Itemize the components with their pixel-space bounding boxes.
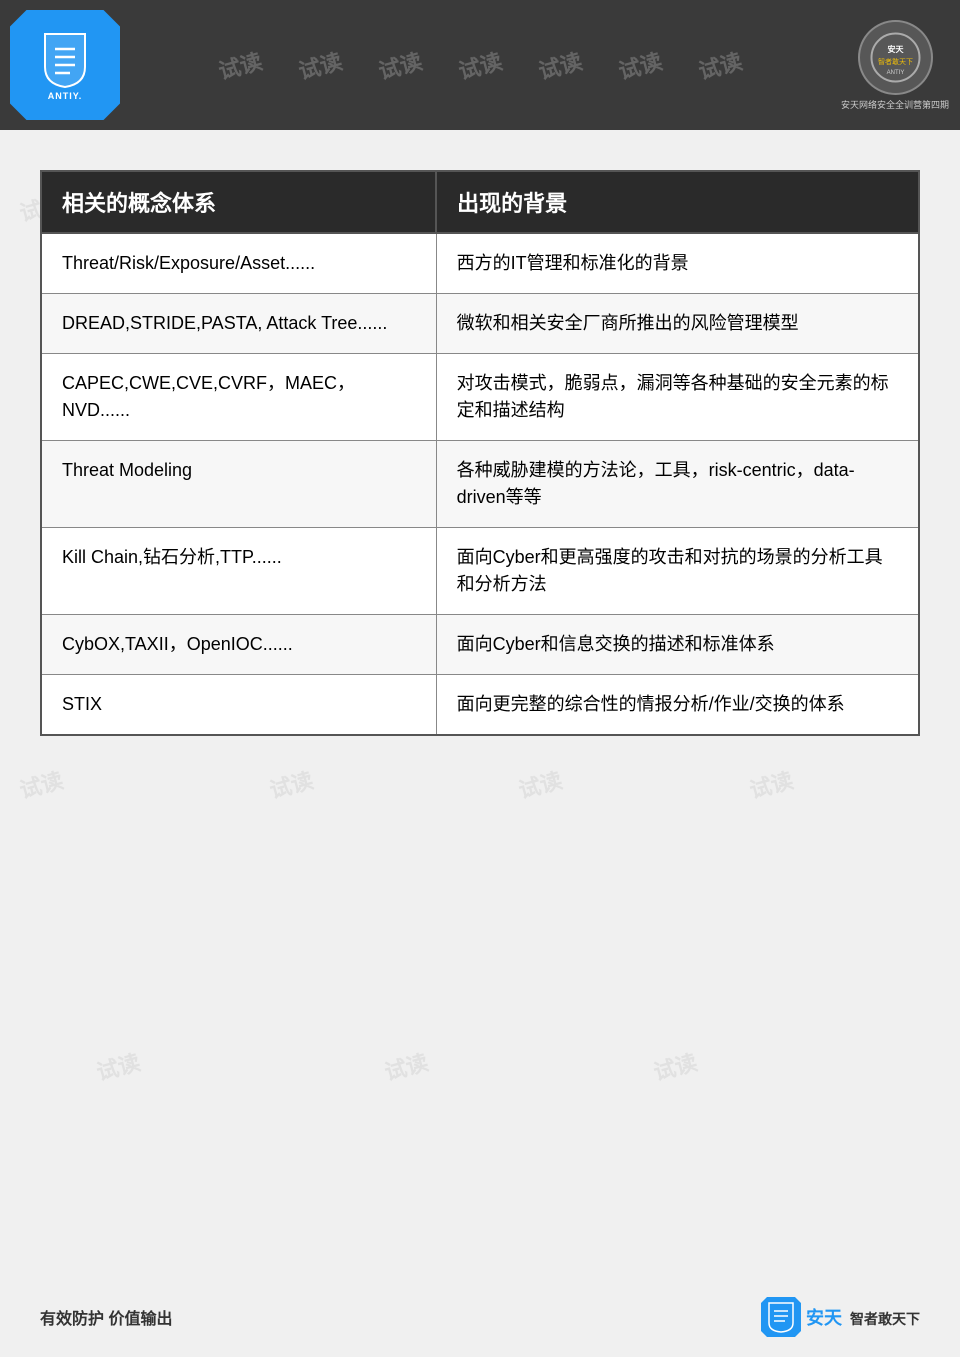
logo-label: ANTIY. [48,91,83,101]
header-right-logo: 安天 智者敢天下 ANTIY 安天网络安全全训营第四期 [840,10,950,120]
col1-header: 相关的概念体系 [41,171,436,233]
cell-left-5: CybOX,TAXII，OpenIOC...... [41,615,436,675]
header-watermarks: 试读 试读 试读 试读 试读 试读 试读 [0,0,960,130]
cell-right-4: 面向Cyber和更高强度的攻击和对抗的场景的分析工具和分析方法 [436,528,919,615]
wm-5: 试读 [535,44,586,86]
header-bar: ANTIY. 试读 试读 试读 试读 试读 试读 试读 安天 智者敢天下 ANT… [0,0,960,130]
table-row: DREAD,STRIDE,PASTA, Attack Tree......微软和… [41,294,919,354]
cell-right-0: 西方的IT管理和标准化的背景 [436,233,919,294]
wm-6: 试读 [615,44,666,86]
cell-left-6: STIX [41,675,436,736]
footer: 有效防护 价值输出 安天 智者敢天下 [0,1297,960,1337]
footer-logo-icon [761,1297,801,1337]
cell-left-4: Kill Chain,钻石分析,TTP...... [41,528,436,615]
footer-logo-subtext: 智者敢天下 [850,1311,920,1327]
right-logo-circle: 安天 智者敢天下 ANTIY [858,20,933,95]
svg-text:智者敢天下: 智者敢天下 [878,57,913,66]
table-row: Threat Modeling各种威胁建模的方法论，工具，risk-centri… [41,441,919,528]
wm-3: 试读 [375,44,426,86]
cell-left-1: DREAD,STRIDE,PASTA, Attack Tree...... [41,294,436,354]
footer-logo-text: 安天 智者敢天下 [806,1304,920,1330]
cell-right-5: 面向Cyber和信息交换的描述和标准体系 [436,615,919,675]
table-row: CybOX,TAXII，OpenIOC......面向Cyber和信息交换的描述… [41,615,919,675]
antiy-logo: ANTIY. [10,10,120,120]
wm-4: 试读 [455,44,506,86]
wm-7: 试读 [695,44,746,86]
cell-right-1: 微软和相关安全厂商所推出的风险管理模型 [436,294,919,354]
wm-2: 试读 [295,44,346,86]
concept-table: 相关的概念体系 出现的背景 Threat/Risk/Exposure/Asset… [40,170,920,736]
cell-left-2: CAPEC,CWE,CVE,CVRF，MAEC，NVD...... [41,354,436,441]
cell-right-2: 对攻击模式，脆弱点，漏洞等各种基础的安全元素的标定和描述结构 [436,354,919,441]
cell-left-3: Threat Modeling [41,441,436,528]
col2-header: 出现的背景 [436,171,919,233]
table-row: CAPEC,CWE,CVE,CVRF，MAEC，NVD......对攻击模式，脆… [41,354,919,441]
wm-1: 试读 [215,44,266,86]
table-row: STIX面向更完整的综合性的情报分析/作业/交换的体系 [41,675,919,736]
footer-logo-area: 安天 智者敢天下 [761,1297,920,1337]
footer-antiy-label: 安天 [806,1308,842,1328]
cell-right-3: 各种威胁建模的方法论，工具，risk-centric，data-driven等等 [436,441,919,528]
cell-right-6: 面向更完整的综合性的情报分析/作业/交换的体系 [436,675,919,736]
header-right-subtext: 安天网络安全全训营第四期 [841,98,949,111]
table-row: Threat/Risk/Exposure/Asset......西方的IT管理和… [41,233,919,294]
svg-text:ANTIY: ANTIY [886,70,904,76]
main-content: 相关的概念体系 出现的背景 Threat/Risk/Exposure/Asset… [0,130,960,766]
table-row: Kill Chain,钻石分析,TTP......面向Cyber和更高强度的攻击… [41,528,919,615]
cell-left-0: Threat/Risk/Exposure/Asset...... [41,233,436,294]
svg-text:安天: 安天 [887,44,904,54]
footer-tagline: 有效防护 价值输出 [40,1305,172,1329]
